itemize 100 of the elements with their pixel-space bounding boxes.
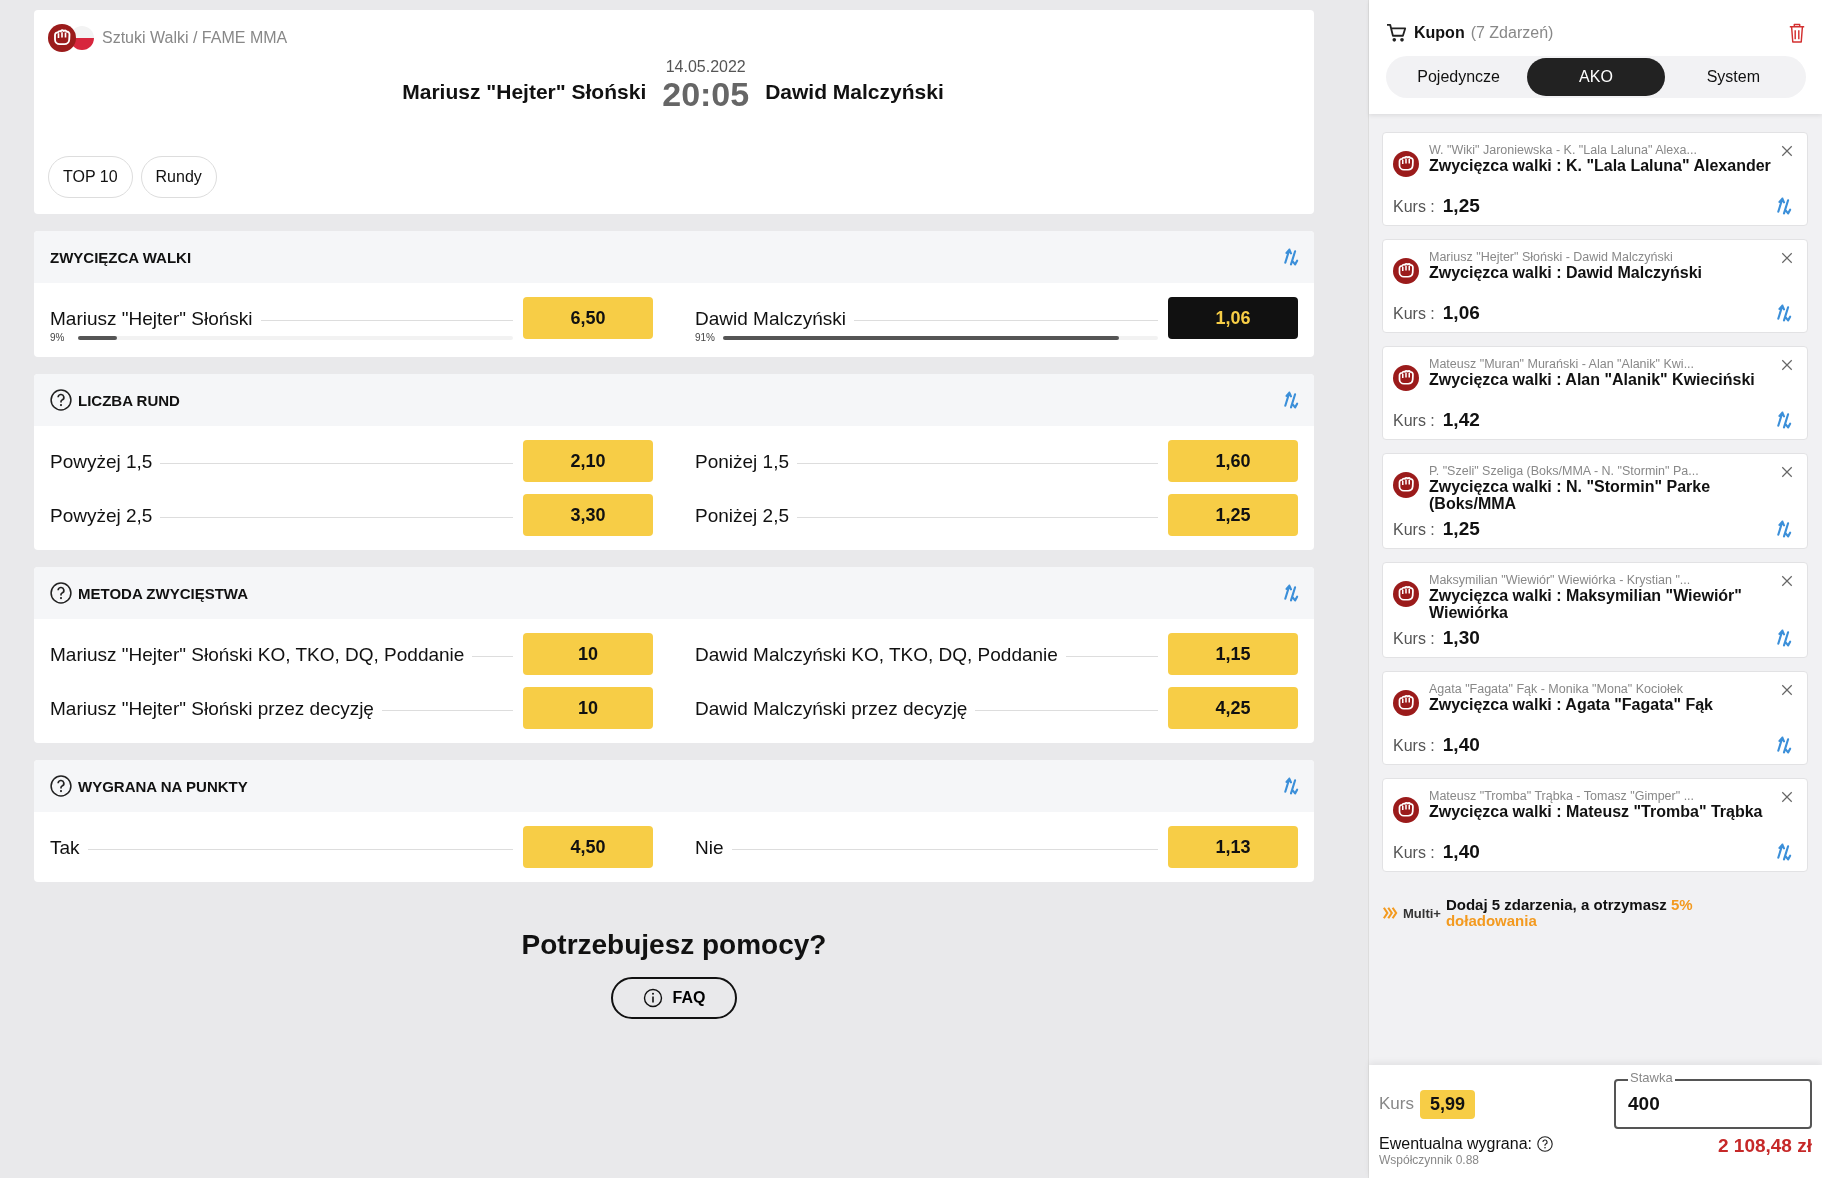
outcome-label: Poniżej 2,5 (695, 505, 789, 527)
market-title: METODA ZWYCIĘSTWA (78, 584, 248, 602)
arrows-icon[interactable] (1775, 410, 1793, 430)
close-icon[interactable] (1781, 684, 1793, 696)
help-heading: Potrzebujesz pomocy? (521, 929, 827, 961)
bet-type-tab[interactable]: AKO (1527, 58, 1665, 96)
fist-icon (1393, 797, 1419, 823)
help-icon[interactable] (50, 389, 72, 411)
odds-value: 1,40 (1442, 734, 1480, 755)
outcome-label: Mariusz "Hejter" Słoński (50, 308, 253, 330)
bet-event: Mateusz "Muran" Murański - Alan "Alanik" Kwi... (1429, 357, 1696, 371)
close-icon[interactable] (1781, 252, 1793, 264)
help-icon[interactable] (50, 582, 72, 604)
odds-button[interactable]: 1,15 (1168, 633, 1298, 675)
multi-label: Multi+ (1403, 905, 1441, 921)
arrows-icon[interactable] (1775, 196, 1793, 216)
chevrons-icon (1382, 906, 1398, 920)
bet-event: Mateusz "Tromba" Trąbka - Tomasz "Gimper" ... (1429, 789, 1696, 803)
fist-icon (1393, 690, 1419, 716)
bet-event: W. "Wiki" Jaroniewska - K. "Lala Laluna" Alexa... (1429, 143, 1698, 157)
odds-value: 1,25 (1442, 195, 1480, 216)
odds-button[interactable]: 2,10 (523, 440, 653, 482)
info-icon (642, 988, 663, 1008)
arrows-icon[interactable] (1282, 247, 1300, 267)
bet-selection: Zwycięzca walki : Dawid Malczyński (1429, 264, 1703, 281)
fist-icon (1393, 472, 1419, 498)
fist-icon (48, 24, 76, 52)
fighter-name: Mariusz "Hejter" Słoński (402, 80, 647, 104)
faq-button[interactable]: FAQ (610, 977, 738, 1019)
odds-button[interactable]: 10 (523, 687, 653, 729)
close-icon[interactable] (1781, 575, 1793, 587)
odds-label: Kurs : (1393, 737, 1435, 754)
total-odds-label: Kurs (1379, 1094, 1414, 1114)
odds-value: 1,30 (1442, 627, 1480, 648)
odds-button[interactable]: 1,06 (1168, 297, 1298, 339)
odds-label: Kurs : (1393, 412, 1435, 429)
arrows-icon[interactable] (1775, 519, 1793, 539)
bet-selection: Zwycięzca walki : Maksymilian "Wiewiór" Wiewiórka (1429, 587, 1743, 621)
bet-selection: Zwycięzca walki : Agata "Fagata" Fąk (1429, 696, 1714, 713)
bet-event: Agata "Fagata" Fąk - Monika "Mona" Kociołek (1429, 682, 1684, 696)
breadcrumb[interactable]: Sztuki Walki / FAME MMA (102, 29, 288, 47)
odds-button[interactable]: 10 (523, 633, 653, 675)
promo-text: Dodaj 5 zdarzenia, a otrzymasz 5% doładowania (1445, 897, 1694, 929)
odds-label: Kurs : (1393, 844, 1435, 861)
outcome-label: Mariusz "Hejter" Słoński przez decyzję (50, 698, 374, 720)
help-icon[interactable] (1537, 1136, 1553, 1152)
arrows-icon[interactable] (1282, 583, 1300, 603)
filter-chip[interactable]: TOP 10 (48, 156, 133, 198)
arrows-icon[interactable] (1775, 735, 1793, 755)
bet-type-tab[interactable]: System (1664, 58, 1802, 96)
outcome-label: Poniżej 1,5 (695, 451, 789, 473)
odds-value: 1,25 (1442, 518, 1480, 539)
win-label: Ewentualna wygrana: (1379, 1135, 1532, 1153)
close-icon[interactable] (1781, 791, 1793, 803)
outcome-label: Mariusz "Hejter" Słoński KO, TKO, DQ, Poddanie (50, 644, 465, 666)
coefficient-text: Współczynnik 0.88 (1379, 1153, 1481, 1167)
outcome-label: Dawid Malczyński przez decyzję (695, 698, 968, 720)
event-date: 14.05.2022 (665, 58, 746, 76)
odds-label: Kurs : (1393, 630, 1435, 647)
close-icon[interactable] (1781, 466, 1793, 478)
odds-button[interactable]: 4,25 (1168, 687, 1298, 729)
market-title: LICZBA RUND (78, 391, 180, 409)
close-icon[interactable] (1781, 359, 1793, 371)
close-icon[interactable] (1781, 145, 1793, 157)
filter-chip[interactable]: Rundy (140, 156, 217, 198)
arrows-icon[interactable] (1775, 628, 1793, 648)
bet-selection: Zwycięzca walki : K. "Lala Laluna" Alexander (1429, 157, 1771, 174)
arrows-icon[interactable] (1282, 776, 1300, 796)
help-icon[interactable] (50, 775, 72, 797)
field-label: Stawka (1628, 1071, 1675, 1085)
fist-icon (1393, 581, 1419, 607)
arrows-icon[interactable] (1282, 390, 1300, 410)
arrows-icon[interactable] (1775, 303, 1793, 323)
fighter-name: Dawid Malczyński (765, 80, 944, 104)
bet-selection: Zwycięzca walki : Alan "Alanik" Kwieciński (1429, 371, 1756, 388)
percent-label: 9% (50, 332, 66, 343)
odds-value: 1,42 (1442, 409, 1480, 430)
odds-button[interactable]: 6,50 (523, 297, 653, 339)
bet-event: Maksymilian "Wiewiór" Wiewiórka - Krystian "... (1429, 573, 1692, 587)
arrows-icon[interactable] (1775, 842, 1793, 862)
odds-button[interactable]: 1,13 (1168, 826, 1298, 868)
bet-selection: Zwycięzca walki : Mateusz "Tromba" Trąbka (1429, 803, 1764, 820)
bet-selection: Zwycięzca walki : N. "Stormin" Parke (Boks/MMA (1429, 478, 1712, 512)
coupon-title: Kupon (1414, 24, 1465, 42)
percent-label: 91% (695, 332, 715, 343)
bet-type-tab[interactable]: Pojedyncze (1390, 58, 1528, 96)
trash-icon[interactable] (1788, 22, 1806, 44)
odds-value: 1,40 (1442, 841, 1480, 862)
odds-button[interactable]: 1,25 (1168, 494, 1298, 536)
market-title: ZWYCIĘZCA WALKI (50, 248, 192, 266)
outcome-label: Dawid Malczyński KO, TKO, DQ, Poddanie (695, 644, 1058, 666)
odds-label: Kurs : (1393, 305, 1435, 322)
outcome-label: Dawid Malczyński (695, 308, 846, 330)
odds-button[interactable]: 1,60 (1168, 440, 1298, 482)
odds-label: Kurs : (1393, 521, 1435, 538)
bet-event: P. "Szeli" Szeliga (Boks/MMA - N. "Stormin" Pa... (1429, 464, 1700, 478)
odds-button[interactable]: 3,30 (523, 494, 653, 536)
outcome-label: Powyżej 1,5 (50, 451, 153, 473)
odds-button[interactable]: 4,50 (523, 826, 653, 868)
bet-event: Mariusz "Hejter" Słoński - Dawid Malczyński (1429, 250, 1674, 264)
